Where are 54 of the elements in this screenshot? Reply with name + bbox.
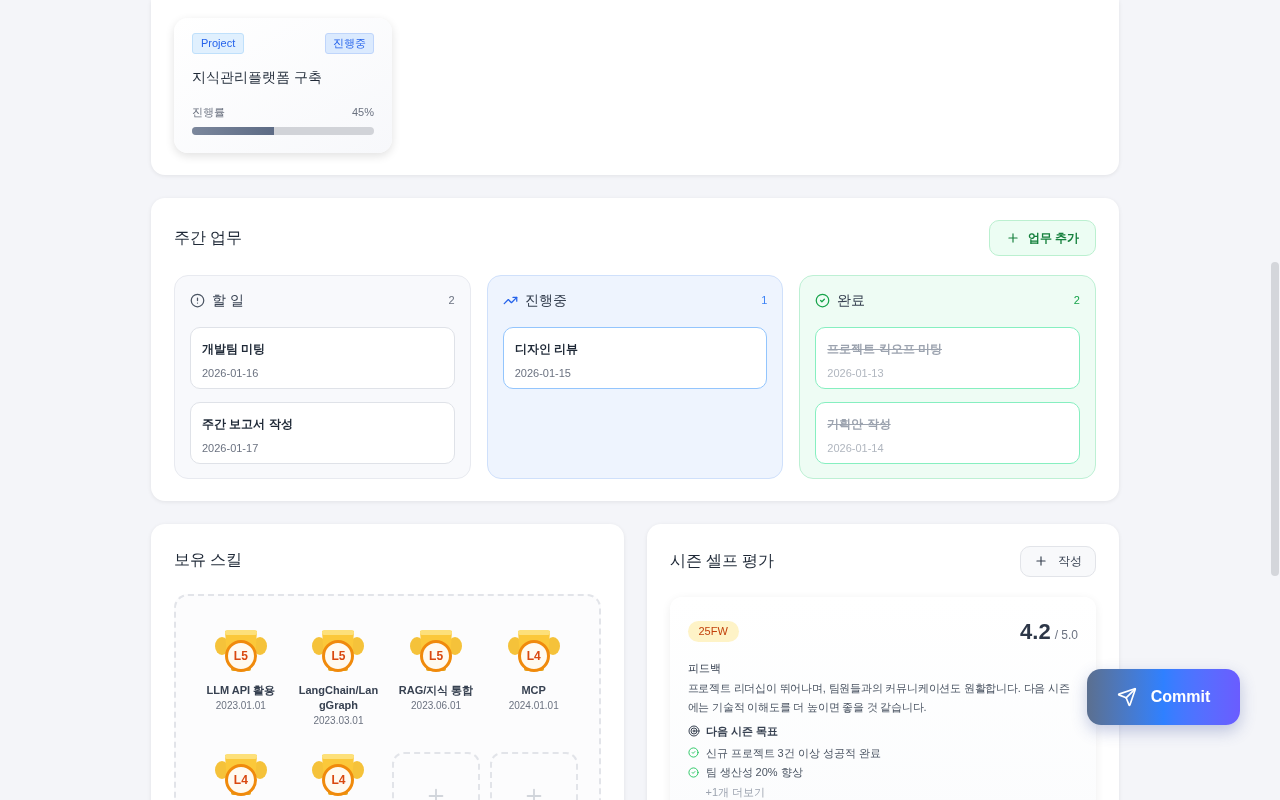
- column-title: 할 일: [212, 291, 244, 310]
- score-value: 4.2: [1020, 617, 1051, 646]
- task-title: 기획안 작성: [827, 415, 892, 433]
- task-title: 주간 보고서 작성: [202, 415, 294, 433]
- task-date: 2026-01-15: [514, 365, 572, 381]
- task-count: 2: [1073, 293, 1080, 309]
- progress-value: 45%: [351, 105, 374, 120]
- skill-name: LangChain/LangGraph: [297, 682, 380, 713]
- check-circle-icon: [815, 293, 831, 308]
- section-title: 주간 업무: [174, 227, 243, 248]
- task-title: 디자인 리뷰: [514, 340, 579, 358]
- task-count: 1: [761, 293, 768, 309]
- project-tag: Project: [192, 33, 245, 54]
- task-date: 2026-01-17: [202, 440, 260, 456]
- add-task-button[interactable]: 업무 추가: [988, 219, 1096, 256]
- alert-icon: [190, 293, 205, 308]
- goal-text: 팀 생산성 20% 향상: [705, 765, 803, 780]
- project-title: 지식관리플랫폼 구축: [192, 68, 323, 87]
- goal-text: 신규 프로젝트 3건 이상 성공적 완료: [705, 745, 881, 761]
- goals-title: 다음 시즌 목표: [705, 724, 778, 739]
- skill-date: 2024.01.01: [508, 698, 559, 713]
- task-count: 2: [448, 293, 455, 309]
- skill-name: RAG/지식 통합: [397, 682, 475, 698]
- feedback-text: 프로젝트 리더십이 뛰어나며, 팀원들과의 커뮤니케이션도 원활합니다. 다음 시즌에는 기술적 이해도를 더 높이면 좋을 것 같습니다.: [687, 681, 1071, 715]
- column-title: 완료: [837, 291, 866, 310]
- section-title: 보유 스킬: [174, 549, 244, 570]
- column-title: 진행중: [524, 291, 567, 310]
- write-button[interactable]: 작성: [1020, 545, 1096, 577]
- project-card[interactable]: Project 진행중 지식관리플랫폼 구축 진행률 45%: [174, 18, 392, 153]
- target-icon: [687, 725, 700, 738]
- task-title: 개발팀 미팅: [202, 340, 267, 358]
- status-tag: 진행중: [325, 33, 374, 54]
- skill-name: MCP: [520, 682, 547, 698]
- task-title: 프로젝트 킥오프 미팅: [827, 340, 943, 358]
- feedback-label: 피드백: [687, 660, 722, 676]
- plus-icon: [1034, 554, 1048, 568]
- skill-name: LLM API 활용: [205, 682, 277, 698]
- task-card[interactable]: 디자인 리뷰 2026-01-15: [502, 326, 768, 389]
- section-title: 시즌 셀프 평가: [669, 551, 775, 571]
- skill-date: 2023.06.01: [411, 698, 462, 713]
- commit-button[interactable]: Commit: [1087, 669, 1240, 725]
- scrollbar-thumb[interactable]: [1271, 262, 1279, 576]
- progress-label: 진행률: [192, 105, 225, 120]
- task-card[interactable]: 개발팀 미팅 2026-01-16: [190, 326, 455, 389]
- plus-icon: [1005, 230, 1020, 245]
- task-date: 2026-01-13: [827, 365, 885, 381]
- season-tag: 25FW: [687, 620, 739, 642]
- task-date: 2026-01-16: [202, 365, 260, 381]
- max-score: / 5.0: [1054, 626, 1078, 644]
- skill-date: 2023.01.01: [215, 698, 266, 713]
- send-icon: [1116, 687, 1137, 707]
- task-card[interactable]: 주간 보고서 작성 2026-01-17: [190, 401, 455, 464]
- skill-date: 2023.03.01: [313, 713, 364, 728]
- task-date: 2026-01-14: [827, 440, 885, 456]
